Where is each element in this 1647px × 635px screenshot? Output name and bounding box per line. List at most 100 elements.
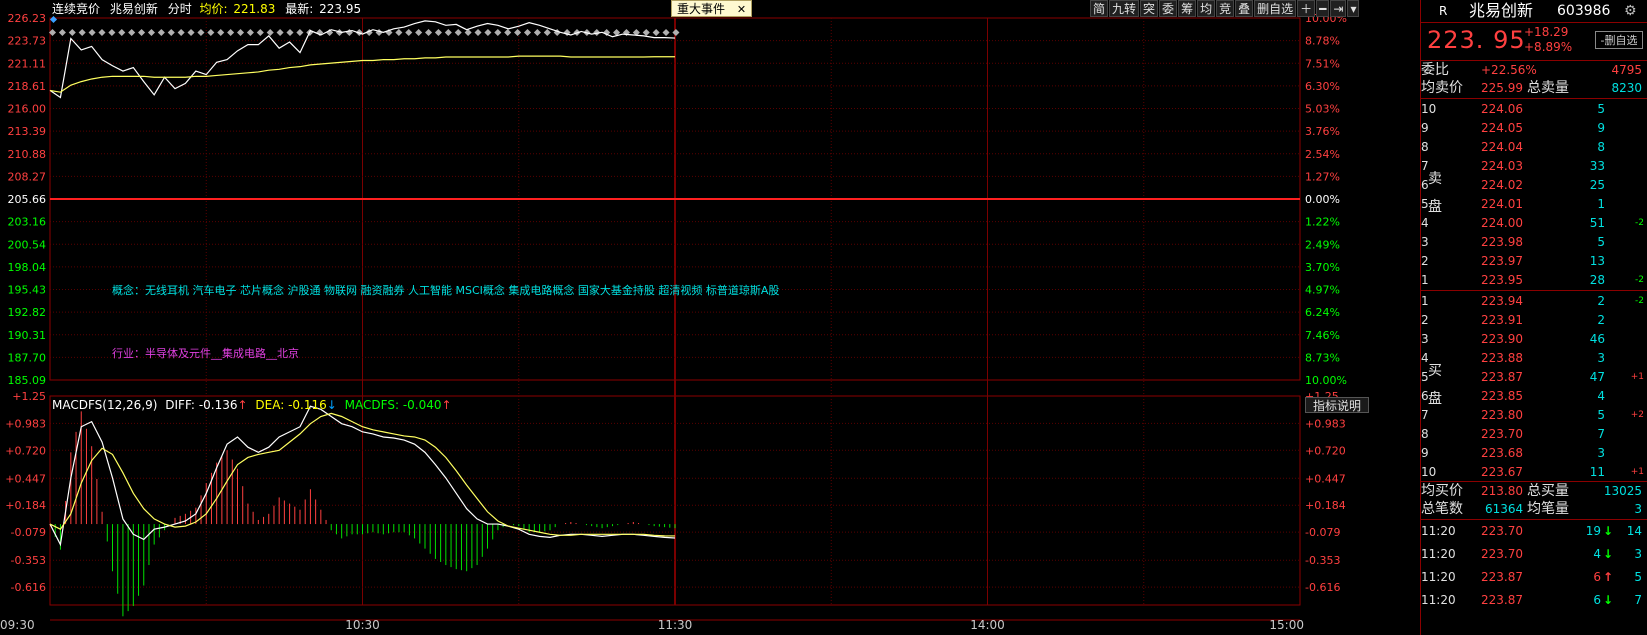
- macdfs-label: MACDFS:: [344, 398, 399, 412]
- macd-tick-label: -0.353: [11, 554, 46, 567]
- zoom-in-icon[interactable]: ＋: [1297, 0, 1316, 17]
- tick-count: 7: [1634, 593, 1642, 607]
- dropdown-icon[interactable]: ▾: [1347, 0, 1360, 17]
- auction-marker: [484, 28, 492, 37]
- volume: 5: [1597, 235, 1605, 249]
- buy-level-row: 8 223.70 7: [1421, 425, 1647, 443]
- price: 223.95: [1481, 273, 1523, 287]
- arrow-down-icon: ↓: [1603, 524, 1614, 538]
- auction-marker: [286, 28, 294, 37]
- quote-price: 223. 95: [1427, 26, 1526, 54]
- buy-level-row: 3 223.90 46: [1421, 330, 1647, 348]
- tick-volume: 19: [1585, 524, 1601, 538]
- toolbar-auction[interactable]: 竞: [1216, 0, 1235, 17]
- buy-level-row: 10 223.67 11 +1: [1421, 463, 1647, 481]
- avg-price: 221.83: [233, 2, 276, 16]
- auction-marker: [138, 28, 146, 37]
- sell-level-row: 1 223.95 28 -2: [1421, 271, 1647, 289]
- chart-header: 连续竞价 兆易创新 分时 均价: 221.83 最新: 223.95: [52, 0, 367, 18]
- price-tick-label: 190.31: [8, 329, 47, 342]
- tick-time: 11:20: [1421, 570, 1456, 584]
- sell-level-row: 3 223.98 5: [1421, 233, 1647, 251]
- toolbar-orders[interactable]: 委: [1159, 0, 1178, 17]
- auction-marker: [504, 28, 512, 37]
- weibi-label: 委比: [1421, 62, 1449, 78]
- level: 4: [1421, 216, 1429, 230]
- quote-change: +18.29 +8.89%: [1524, 25, 1572, 55]
- percent-tick-label: 0.00%: [1305, 193, 1340, 206]
- level: 2: [1421, 254, 1429, 268]
- change: -2: [1635, 218, 1644, 228]
- toolbar-breakout[interactable]: 突: [1140, 0, 1159, 17]
- diff-value: -0.136: [198, 398, 238, 412]
- remove-watchlist-button[interactable]: -删自选: [1595, 31, 1643, 49]
- toolbar-remove-watchlist[interactable]: 删自选: [1254, 0, 1297, 17]
- intraday-chart-area[interactable]: 226.23 10.00% 223.73 8.78% 221.11 7.51% 218.61…: [0, 0, 1420, 635]
- price: 223.88: [1481, 351, 1523, 365]
- auction-marker: [177, 28, 185, 37]
- sell-level-row: 2 223.97 13: [1421, 252, 1647, 270]
- volume: 2: [1597, 313, 1605, 327]
- total-buy-value: 13025: [1603, 484, 1642, 498]
- major-events-button[interactable]: 重大事件 ✕: [671, 0, 752, 17]
- auction-marker: [523, 28, 532, 37]
- auction-marker: [642, 28, 650, 37]
- price: 223.87: [1481, 370, 1523, 384]
- auction-marker: [543, 28, 551, 37]
- time-tick-label: 10:30: [345, 618, 380, 632]
- total-buy-label: 总买量: [1527, 483, 1569, 499]
- price-tick-label: 187.70: [8, 351, 47, 364]
- tick-volume: 6: [1593, 570, 1601, 584]
- auction-marker: [494, 28, 502, 37]
- level: 2: [1421, 313, 1429, 327]
- percent-tick-label: 2.54%: [1305, 148, 1340, 161]
- weibi-row: 委比 +22.56% 4795: [1421, 61, 1647, 79]
- toolbar-nine-turn[interactable]: 九转: [1109, 0, 1140, 17]
- indicator-help-button[interactable]: 指标说明: [1305, 397, 1369, 413]
- divider: [1421, 290, 1647, 291]
- auction-marker: [68, 28, 76, 37]
- price-tick-label: 205.66: [8, 193, 47, 206]
- avg-buy-value: 213.80: [1481, 484, 1523, 498]
- percent-tick-label: 4.97%: [1305, 284, 1340, 297]
- auction-marker: [78, 28, 86, 37]
- price-tick-label: 203.16: [8, 216, 47, 229]
- auction-marker: [236, 28, 245, 37]
- percent-tick-label: 10.00%: [1305, 374, 1347, 387]
- auction-marker: [207, 28, 215, 37]
- jump-end-icon[interactable]: ⇥: [1330, 0, 1347, 17]
- close-icon[interactable]: ✕: [737, 3, 746, 16]
- macd-tick-label-right: +0.184: [1305, 499, 1346, 512]
- level: 8: [1421, 427, 1429, 441]
- price: 223.91: [1481, 313, 1523, 327]
- auction-marker: [128, 28, 136, 37]
- tick-time: 11:20: [1421, 547, 1456, 561]
- toolbar-average[interactable]: 均: [1197, 0, 1216, 17]
- zoom-out-icon[interactable]: ━: [1316, 0, 1330, 17]
- price: 223.97: [1481, 254, 1523, 268]
- auction-marker: [662, 28, 670, 37]
- toolbar-simple[interactable]: 简: [1090, 0, 1109, 17]
- gear-icon[interactable]: ⚙: [1624, 0, 1637, 22]
- auction-marker: [266, 28, 274, 37]
- price-tick-label: 185.09: [8, 374, 47, 387]
- level: 3: [1421, 332, 1429, 346]
- macd-tick-label-right: -0.079: [1305, 526, 1340, 539]
- toolbar-chips[interactable]: 筹: [1178, 0, 1197, 17]
- auction-marker: [514, 28, 522, 37]
- level: 1: [1421, 273, 1429, 287]
- diff-label: DIFF:: [165, 398, 195, 412]
- diff-up-arrow: ↑: [237, 398, 248, 412]
- volume: 4: [1597, 389, 1605, 403]
- time-tick-label: 15:00: [1269, 618, 1304, 632]
- auction-marker: [474, 28, 482, 37]
- tick-row: 11:20 223.70 4 ↓ 3: [1421, 545, 1647, 563]
- intraday-chart[interactable]: 226.23 10.00% 223.73 8.78% 221.11 7.51% 218.61…: [0, 0, 1420, 635]
- tick-count: 3: [1634, 547, 1642, 561]
- tick-count: 14: [1626, 524, 1642, 538]
- toolbar-overlay[interactable]: 叠: [1235, 0, 1254, 17]
- auction-marker: [98, 28, 106, 37]
- time-tick-label: 11:30: [658, 618, 693, 632]
- volume: 5: [1597, 102, 1605, 116]
- price: 223.80: [1481, 408, 1523, 422]
